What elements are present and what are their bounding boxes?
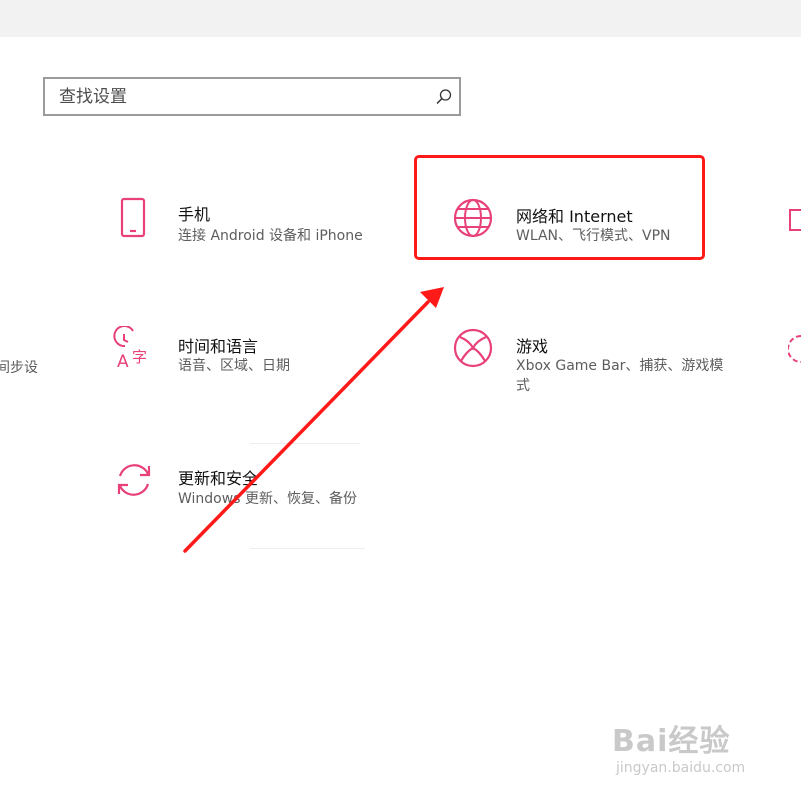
tile-description: 语音、区域、日期 bbox=[178, 358, 290, 374]
title-bar bbox=[0, 0, 801, 37]
tile-title: 时间和语言 bbox=[178, 337, 259, 356]
search-box[interactable] bbox=[43, 77, 461, 116]
search-icon[interactable] bbox=[435, 88, 453, 106]
tile-description: Xbox Game Bar、捕获、游戏模式 bbox=[516, 358, 724, 394]
partial-tile-description: 间步设 bbox=[0, 360, 38, 376]
tile-time-language[interactable]: A 字 时间和语言 语音、区域、日期 bbox=[112, 326, 362, 386]
svg-text:字: 字 bbox=[132, 348, 147, 366]
divider bbox=[250, 548, 365, 549]
search-input[interactable] bbox=[59, 79, 419, 114]
divider bbox=[250, 443, 360, 444]
tile-description: Windows 更新、恢复、备份 bbox=[178, 491, 357, 507]
partial-icon bbox=[789, 209, 801, 231]
tile-description: 连接 Android 设备和 iPhone bbox=[178, 228, 363, 244]
watermark-url: jingyan.baidu.com bbox=[616, 760, 746, 776]
highlight-box bbox=[414, 155, 705, 260]
xbox-icon bbox=[453, 328, 493, 368]
watermark-logo: Bai经验 bbox=[612, 724, 731, 759]
svg-text:A: A bbox=[117, 352, 129, 370]
tile-update-security[interactable]: 更新和安全 Windows 更新、恢复、备份 bbox=[112, 458, 382, 513]
watermark: Bai经验 jingyan.baidu.com bbox=[612, 716, 782, 786]
tile-gaming[interactable]: 游戏 Xbox Game Bar、捕获、游戏模式 bbox=[451, 326, 723, 401]
time-language-icon: A 字 bbox=[113, 326, 147, 370]
annotation-arrow bbox=[183, 287, 444, 553]
phone-icon bbox=[120, 197, 146, 238]
tile-phone[interactable]: 手机 连接 Android 设备和 iPhone bbox=[112, 196, 402, 256]
tile-title: 手机 bbox=[178, 205, 211, 224]
tile-title: 游戏 bbox=[516, 337, 549, 356]
update-icon bbox=[117, 464, 151, 496]
partial-icon bbox=[788, 335, 801, 363]
tile-title: 更新和安全 bbox=[178, 469, 259, 488]
